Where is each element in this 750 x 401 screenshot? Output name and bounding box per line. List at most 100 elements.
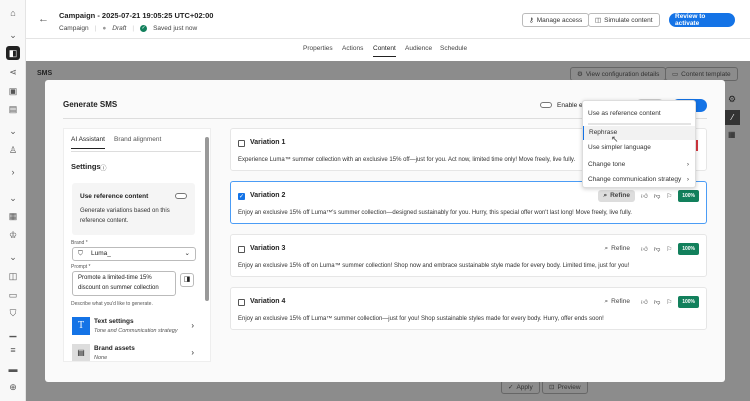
image-icon[interactable]: ▭ <box>6 289 20 301</box>
thumbs-up-icon[interactable]: 👍︎ <box>641 192 648 200</box>
menu-item-rephrase[interactable]: Rephrase <box>583 126 695 140</box>
variation-card[interactable]: Variation 4 Enjoy an exclusive 15% off L… <box>230 287 707 330</box>
text-settings-item[interactable]: T Text settings Tone and Communication s… <box>72 317 200 337</box>
variation-title: Variation 3 <box>250 245 286 252</box>
grid-icon[interactable]: ▦ <box>6 210 20 222</box>
panel-scrollbar[interactable] <box>205 137 209 301</box>
chevron-down-icon[interactable]: ⌄ <box>6 29 20 41</box>
brand-icon: ⛉ <box>78 250 83 257</box>
check-icon: ✓ <box>508 384 514 391</box>
gear-icon[interactable]: ⚙ <box>728 94 736 105</box>
status-badge: Draft <box>112 25 127 32</box>
back-arrow-icon[interactable]: ← <box>38 13 49 25</box>
simulate-content-button[interactable]: ◫ Simulate content <box>588 13 660 27</box>
saved-status: Saved just now <box>153 25 198 32</box>
variation-body: Enjoy an exclusive 15% off on Luma™ summ… <box>238 263 630 269</box>
thumbs-down-icon[interactable]: 👎︎ <box>654 298 661 306</box>
flag-icon[interactable]: ⚐ <box>666 245 672 253</box>
journey-icon[interactable]: ⋖ <box>6 66 20 78</box>
left-rail: ⌂ ⌄ ◧ ⋖ ▣ ▤ ⌄ ♙ › ⌄ ▦ ♔ ⌄ ◫ ▭ ⛉ ▁ ≡ ▬ ⊕ <box>0 0 26 401</box>
tab-schedule[interactable]: Schedule <box>440 45 467 52</box>
person-icon[interactable]: ♙ <box>6 144 20 156</box>
cursor-icon: ↖ <box>611 134 619 144</box>
check-circle-icon: ✓ <box>140 25 148 32</box>
settings-heading: Settings <box>71 162 101 171</box>
thumbs-up-icon[interactable]: 👍︎ <box>641 245 648 253</box>
sms-label: SMS <box>37 70 53 77</box>
view-configuration-button[interactable]: ⚙ View configuration details <box>570 67 667 81</box>
refine-button[interactable]: ⌕ Refine <box>600 243 635 255</box>
menu-item-change-tone[interactable]: Change tone › <box>583 161 695 168</box>
page-title: Campaign - 2025-07-21 19:05:25 UTC+02:00 <box>59 11 214 20</box>
simulate-icon: ◫ <box>595 17 602 24</box>
review-to-activate-button[interactable]: Review to activate <box>669 13 735 27</box>
score-badge: 100% <box>678 243 699 255</box>
variation-checkbox[interactable] <box>238 299 245 306</box>
chevron-right-icon[interactable]: › <box>6 166 20 178</box>
tab-actions[interactable]: Actions <box>342 45 363 52</box>
folder-icon[interactable]: ▬ <box>6 363 20 375</box>
brand-label: Brand * <box>71 240 88 246</box>
apps-icon[interactable]: ▦ <box>728 130 736 139</box>
tab-brand-alignment[interactable]: Brand alignment <box>114 136 161 143</box>
menu-item-change-strategy[interactable]: Change communication strategy › <box>583 176 695 183</box>
variation-body: Enjoy an exclusive 15% off Luma™'s summe… <box>238 210 632 216</box>
channels-icon[interactable]: ◫ <box>6 270 20 282</box>
tab-audience[interactable]: Audience <box>405 45 432 52</box>
chevron-down-icon[interactable]: ⌄ <box>6 251 20 263</box>
variation-checkbox[interactable] <box>238 140 245 147</box>
refine-icon: ⌕ <box>604 245 609 252</box>
preview-button[interactable]: ⊡ Preview <box>542 380 588 394</box>
content-template-button[interactable]: ▭ Content template <box>665 67 738 81</box>
thumbs-up-icon[interactable]: 👍︎ <box>641 298 648 306</box>
apply-button[interactable]: ✓ Apply <box>501 380 540 394</box>
thumbs-down-icon[interactable]: 👎︎ <box>654 192 661 200</box>
menu-item-use-as-reference[interactable]: Use as reference content <box>583 110 695 117</box>
variation-checkbox[interactable]: ✓ <box>238 193 245 200</box>
campaign-icon[interactable]: ◧ <box>6 46 20 60</box>
menu-item-simpler-language[interactable]: Use simpler language <box>583 144 695 151</box>
shield-icon[interactable]: ⛉ <box>6 307 20 319</box>
reference-title: Use reference content <box>80 193 149 200</box>
variation-title: Variation 4 <box>250 298 286 305</box>
flag-icon[interactable]: ⚐ <box>666 298 672 306</box>
chevron-down-icon[interactable]: ⌄ <box>6 192 20 204</box>
brand-select[interactable]: ⛉ Luma_ ⌄ <box>72 247 196 261</box>
list-icon[interactable]: ≡ <box>6 344 20 356</box>
reference-toggle[interactable] <box>175 193 187 199</box>
key-icon: ⚷ <box>529 17 534 24</box>
thumbs-down-icon[interactable]: 👎︎ <box>654 245 661 253</box>
breadcrumb: Campaign | ● Draft | ✓ Saved just now <box>59 25 198 32</box>
tab-content[interactable]: Content <box>373 45 396 57</box>
prompt-library-button[interactable]: ◨ <box>180 273 194 287</box>
chevron-right-icon: › <box>191 348 194 357</box>
badge-icon[interactable]: ♔ <box>6 229 20 241</box>
refine-button[interactable]: ⌕ Refine <box>598 190 635 202</box>
prompt-input[interactable]: Promote a limited-time 15% discount on s… <box>72 271 176 296</box>
flag-icon[interactable]: ⚐ <box>666 192 672 200</box>
config-icon: ⚙ <box>577 71 583 78</box>
chevron-right-icon: › <box>686 161 689 168</box>
refine-button[interactable]: ⌕ Refine <box>600 296 635 308</box>
home-icon[interactable]: ⌂ <box>6 7 20 19</box>
variation-card[interactable]: Variation 3 Enjoy an exclusive 15% off o… <box>230 234 707 277</box>
prompt-label: Prompt * <box>71 264 91 270</box>
info-icon[interactable]: ⓘ <box>100 162 107 172</box>
magic-wand-icon[interactable]: ⁄ <box>725 110 740 125</box>
tab-ai-assistant[interactable]: AI Assistant <box>71 136 105 149</box>
refine-icon: ⌕ <box>603 192 608 199</box>
chart-icon[interactable]: ▁ <box>6 326 20 338</box>
variation-title: Variation 1 <box>250 139 286 146</box>
refine-menu: Use as reference content Rephrase Use si… <box>582 100 696 188</box>
content-icon[interactable]: ▣ <box>6 85 20 97</box>
document-icon[interactable]: ▤ <box>6 103 20 115</box>
globe-icon[interactable]: ⊕ <box>6 381 20 393</box>
enable-toggle[interactable] <box>540 102 552 108</box>
chevron-down-icon[interactable]: ⌄ <box>6 125 20 137</box>
brand-assets-item[interactable]: ▤ Brand assets None › <box>72 344 200 361</box>
breadcrumb-campaign[interactable]: Campaign <box>59 25 89 32</box>
manage-access-button[interactable]: ⚷ Manage access <box>522 13 590 27</box>
chevron-down-icon: ⌄ <box>184 250 190 257</box>
variation-checkbox[interactable] <box>238 246 245 253</box>
tab-properties[interactable]: Properties <box>303 45 333 52</box>
